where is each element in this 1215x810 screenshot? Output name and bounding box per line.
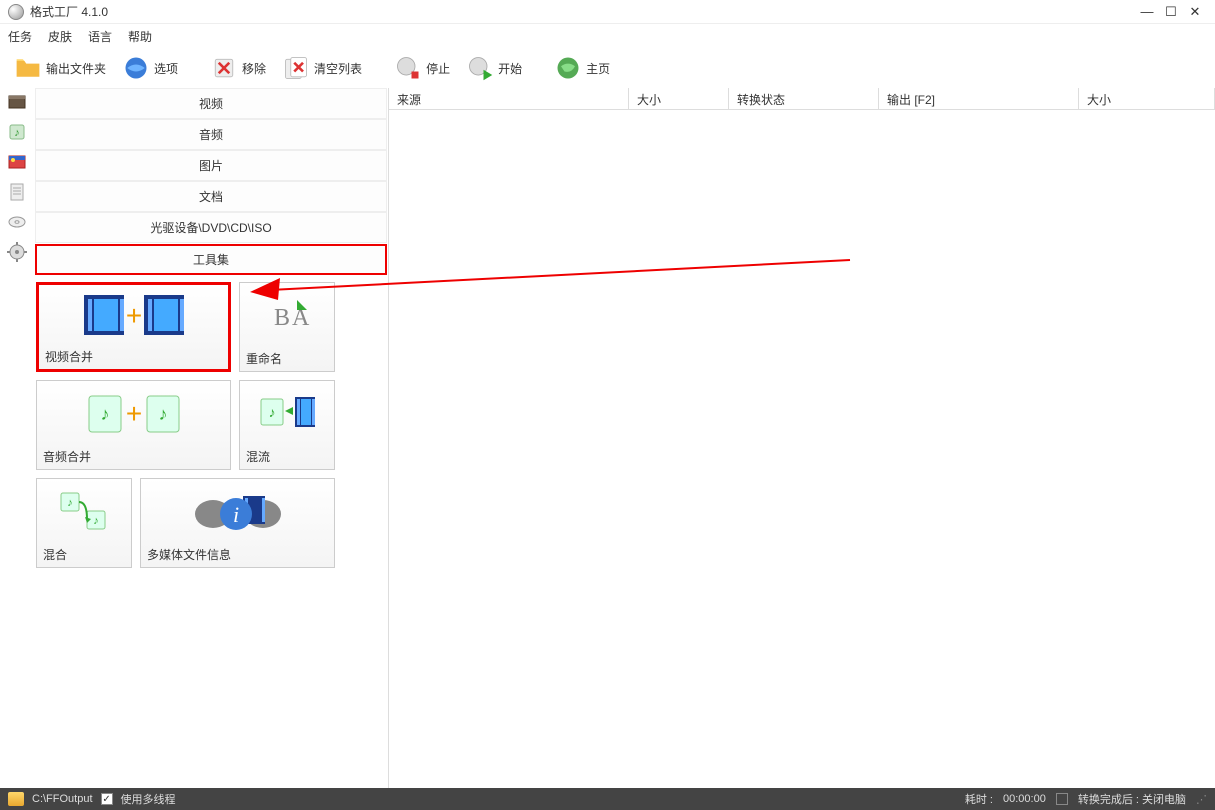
main-area: ♪ 视频 音频 图片 文档 光驱设备\DVD\CD\ISO 工具集 + bbox=[0, 88, 1215, 788]
close-button[interactable]: ✕ bbox=[1183, 4, 1207, 20]
menu-skin[interactable]: 皮肤 bbox=[48, 28, 72, 45]
picture-tab-icon[interactable] bbox=[7, 152, 27, 172]
tool-mux-label: 混流 bbox=[240, 444, 334, 469]
svg-text:♪: ♪ bbox=[269, 404, 276, 420]
category-document[interactable]: 文档 bbox=[35, 181, 387, 212]
menu-language[interactable]: 语言 bbox=[88, 28, 112, 45]
tools-grid: + 视频合并 BA 重命名 ♪ bbox=[34, 276, 388, 576]
col-size2[interactable]: 大小 bbox=[1079, 88, 1215, 109]
svg-text:B: B bbox=[274, 305, 290, 331]
svg-text:♪: ♪ bbox=[93, 515, 99, 527]
tool-mux[interactable]: ♪ 混流 bbox=[239, 380, 335, 470]
col-status[interactable]: 转换状态 bbox=[729, 88, 879, 109]
audio-merge-icon: ♪ + ♪ bbox=[79, 388, 189, 438]
folder-icon bbox=[14, 54, 42, 82]
tools-tab-icon[interactable] bbox=[7, 242, 27, 262]
play-icon bbox=[466, 54, 494, 82]
tool-mix-label: 混合 bbox=[37, 542, 131, 567]
mux-icon: ♪ bbox=[257, 391, 317, 435]
globe-icon bbox=[122, 54, 150, 82]
multithread-checkbox[interactable]: ✓ bbox=[101, 793, 113, 805]
remove-icon bbox=[210, 54, 238, 82]
toolbar: 输出文件夹 选项 移除 清空列表 停止 开始 主页 bbox=[0, 48, 1215, 88]
options-button[interactable]: 选项 bbox=[116, 52, 184, 84]
svg-text:i: i bbox=[232, 502, 238, 527]
category-toolset[interactable]: 工具集 bbox=[35, 244, 387, 275]
start-button[interactable]: 开始 bbox=[460, 52, 528, 84]
output-folder-label: 输出文件夹 bbox=[46, 60, 106, 77]
category-video[interactable]: 视频 bbox=[35, 88, 387, 119]
tool-media-info[interactable]: i 多媒体文件信息 bbox=[140, 478, 335, 568]
minimize-button[interactable]: — bbox=[1135, 4, 1159, 19]
svg-text:♪: ♪ bbox=[158, 404, 167, 424]
output-path[interactable]: C:\FFOutput bbox=[32, 793, 93, 805]
home-button[interactable]: 主页 bbox=[548, 52, 616, 84]
table-body-empty bbox=[389, 110, 1215, 788]
home-label: 主页 bbox=[586, 60, 610, 77]
audio-tab-icon[interactable]: ♪ bbox=[7, 122, 27, 142]
menu-task[interactable]: 任务 bbox=[8, 28, 32, 45]
category-picture[interactable]: 图片 bbox=[35, 150, 387, 181]
menu-help[interactable]: 帮助 bbox=[128, 28, 152, 45]
app-icon bbox=[8, 4, 24, 20]
elapsed-label: 耗时 : bbox=[965, 791, 993, 807]
svg-text:♪: ♪ bbox=[100, 404, 109, 424]
window-title: 格式工厂 4.1.0 bbox=[30, 3, 1135, 20]
col-size[interactable]: 大小 bbox=[629, 88, 729, 109]
clear-list-button[interactable]: 清空列表 bbox=[276, 52, 368, 84]
video-merge-icon: + bbox=[79, 290, 189, 340]
shutdown-checkbox[interactable] bbox=[1056, 793, 1068, 805]
disc-tab-icon[interactable] bbox=[7, 212, 27, 232]
clear-label: 清空列表 bbox=[314, 60, 362, 77]
table-header: 来源 大小 转换状态 输出 [F2] 大小 bbox=[389, 88, 1215, 110]
multithread-label: 使用多线程 bbox=[121, 791, 176, 807]
tool-audio-merge[interactable]: ♪ + ♪ 音频合并 bbox=[36, 380, 231, 470]
col-output[interactable]: 输出 [F2] bbox=[879, 88, 1079, 109]
tool-video-merge-label: 视频合并 bbox=[39, 344, 228, 369]
rename-icon: BA bbox=[262, 295, 312, 335]
clear-icon bbox=[282, 54, 310, 82]
category-audio[interactable]: 音频 bbox=[35, 119, 387, 150]
after-convert-label: 转换完成后 : 关闭电脑 bbox=[1078, 791, 1186, 807]
svg-text:♪: ♪ bbox=[67, 497, 73, 509]
remove-button[interactable]: 移除 bbox=[204, 52, 272, 84]
output-folder-button[interactable]: 输出文件夹 bbox=[8, 52, 112, 84]
status-folder-icon[interactable] bbox=[8, 792, 24, 806]
maximize-button[interactable]: ☐ bbox=[1159, 4, 1183, 20]
task-list-panel: 来源 大小 转换状态 输出 [F2] 大小 bbox=[388, 88, 1215, 788]
svg-text:+: + bbox=[125, 300, 141, 331]
mix-icon: ♪ ♪ bbox=[57, 489, 111, 533]
sidebar: ♪ bbox=[0, 88, 34, 788]
elapsed-time: 00:00:00 bbox=[1003, 793, 1046, 805]
status-bar: C:\FFOutput ✓ 使用多线程 耗时 : 00:00:00 转换完成后 … bbox=[0, 788, 1215, 810]
category-panel: 视频 音频 图片 文档 光驱设备\DVD\CD\ISO 工具集 + 视频合并 bbox=[34, 88, 388, 788]
stop-label: 停止 bbox=[426, 60, 450, 77]
svg-text:+: + bbox=[125, 398, 141, 429]
document-tab-icon[interactable] bbox=[7, 182, 27, 202]
tool-video-merge[interactable]: + 视频合并 bbox=[36, 282, 231, 372]
options-label: 选项 bbox=[154, 60, 178, 77]
tool-rename-label: 重命名 bbox=[240, 346, 334, 371]
category-optical[interactable]: 光驱设备\DVD\CD\ISO bbox=[35, 212, 387, 243]
tool-media-info-label: 多媒体文件信息 bbox=[141, 542, 334, 567]
remove-label: 移除 bbox=[242, 60, 266, 77]
title-bar: 格式工厂 4.1.0 — ☐ ✕ bbox=[0, 0, 1215, 24]
home-globe-icon bbox=[554, 54, 582, 82]
svg-text:♪: ♪ bbox=[14, 127, 20, 139]
resize-grip[interactable]: ⋰ bbox=[1196, 793, 1207, 806]
video-tab-icon[interactable] bbox=[7, 92, 27, 112]
tool-rename[interactable]: BA 重命名 bbox=[239, 282, 335, 372]
col-source[interactable]: 来源 bbox=[389, 88, 629, 109]
start-label: 开始 bbox=[498, 60, 522, 77]
tool-audio-merge-label: 音频合并 bbox=[37, 444, 230, 469]
stop-icon bbox=[394, 54, 422, 82]
menu-bar: 任务 皮肤 语言 帮助 bbox=[0, 24, 1215, 48]
tool-mix[interactable]: ♪ ♪ 混合 bbox=[36, 478, 132, 568]
media-info-icon: i bbox=[188, 486, 288, 536]
stop-button[interactable]: 停止 bbox=[388, 52, 456, 84]
